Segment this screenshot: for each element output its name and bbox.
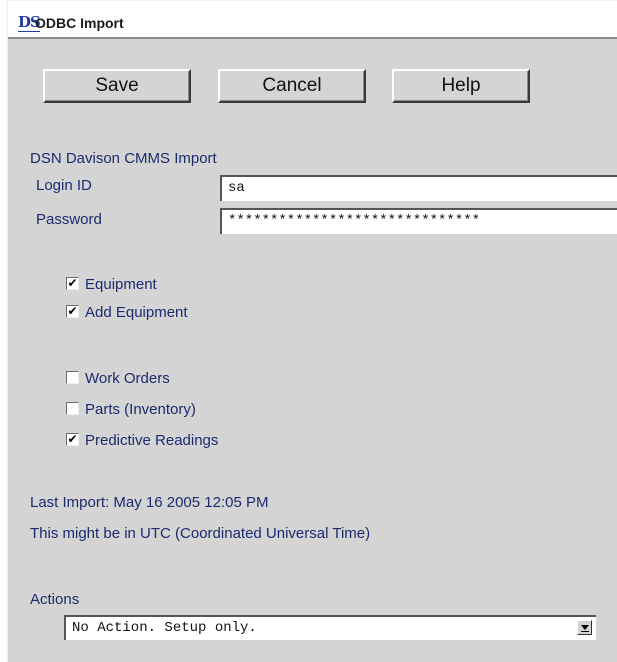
password-field[interactable]: ****************************** — [220, 208, 617, 234]
add-equipment-checkbox[interactable]: ✔ — [66, 305, 79, 318]
help-button[interactable]: Help — [392, 69, 530, 103]
actions-select[interactable]: No Action. Setup only. — [64, 615, 596, 640]
work-orders-label: Work Orders — [85, 370, 170, 387]
equipment-label: Equipment — [85, 276, 157, 293]
login-id-field[interactable]: sa — [220, 175, 617, 201]
work-orders-checkbox[interactable] — [66, 371, 79, 384]
window-title: ODBC Import — [35, 15, 124, 31]
odbc-import-window: DS ODBC Import Save Cancel Help DSN Davi… — [6, 0, 617, 662]
parts-inventory-checkbox[interactable] — [66, 402, 79, 415]
password-label: Password — [36, 211, 102, 228]
add-equipment-label: Add Equipment — [85, 304, 188, 321]
predictive-readings-label: Predictive Readings — [85, 432, 219, 449]
save-button[interactable]: Save — [43, 69, 191, 103]
parts-inventory-label: Parts (Inventory) — [85, 401, 196, 418]
equipment-checkbox[interactable]: ✔ — [66, 277, 79, 290]
last-import-text: Last Import: May 16 2005 12:05 PM — [30, 494, 269, 511]
dsn-label: DSN Davison CMMS Import — [30, 150, 217, 167]
cancel-button[interactable]: Cancel — [218, 69, 366, 103]
title-bar: DS ODBC Import — [8, 1, 617, 39]
actions-label: Actions — [30, 591, 80, 608]
login-id-label: Login ID — [36, 177, 92, 194]
actions-selected-value: No Action. Setup only. — [72, 620, 257, 636]
dropdown-arrow-icon[interactable] — [577, 620, 592, 635]
predictive-readings-checkbox[interactable]: ✔ — [66, 433, 79, 446]
timezone-note: This might be in UTC (Coordinated Univer… — [30, 525, 371, 542]
